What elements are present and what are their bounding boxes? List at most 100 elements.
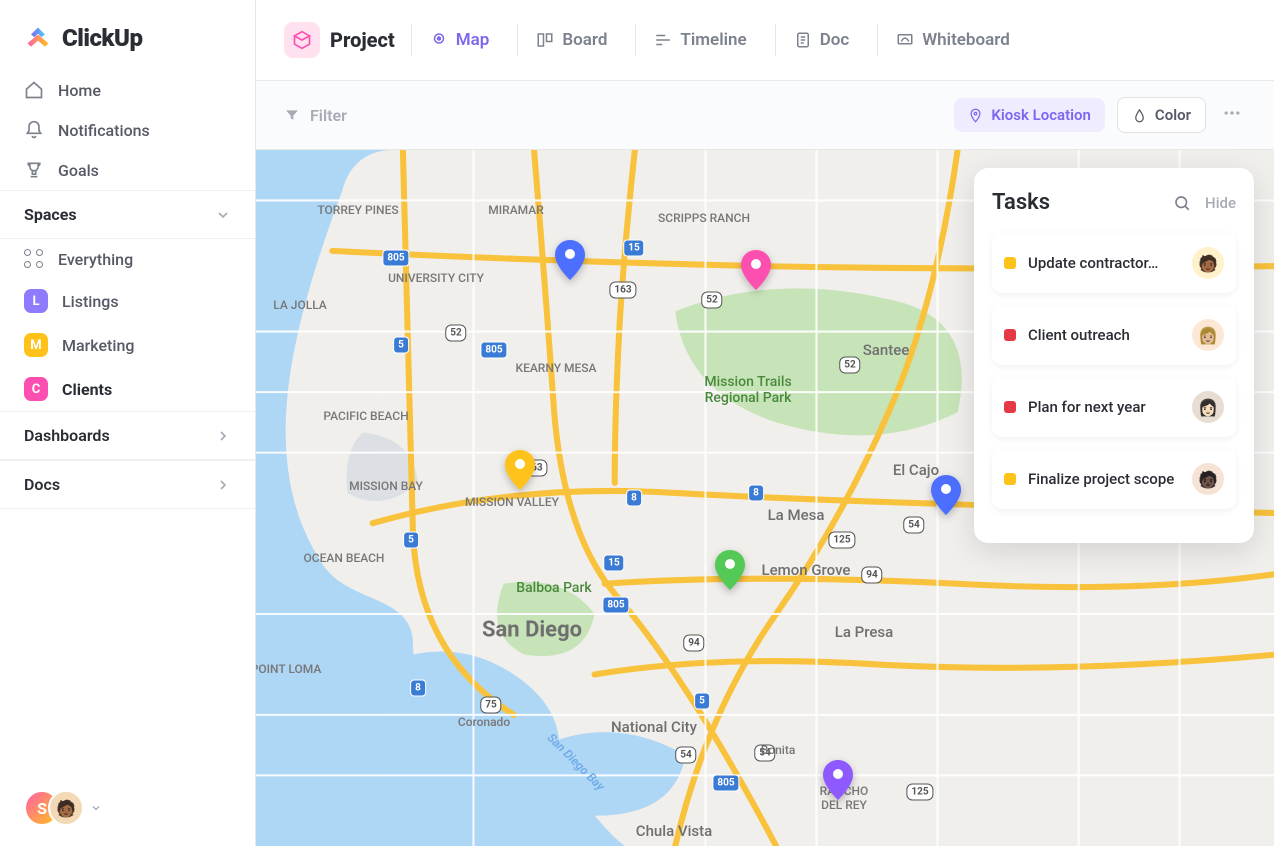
- route-shield: 8: [626, 490, 642, 507]
- map-label: LA JOLLA: [273, 298, 327, 312]
- map-label: La Presa: [835, 623, 894, 641]
- space-item-marketing[interactable]: MMarketing: [0, 323, 255, 367]
- project-title: Project: [330, 28, 395, 52]
- map-canvas[interactable]: 805 15 5 52 805 163 52 52 5 8 163 15 8 8…: [256, 150, 1274, 846]
- map-label: Lemon Grove: [762, 561, 851, 579]
- map-label: La Mesa: [768, 506, 825, 524]
- more-button[interactable]: [1218, 99, 1246, 131]
- tab-timeline[interactable]: Timeline: [635, 24, 758, 56]
- brand-name: ClickUp: [62, 24, 143, 52]
- space-label: Listings: [62, 292, 119, 311]
- nav-notifications[interactable]: Notifications: [0, 110, 255, 150]
- status-dot: [1004, 473, 1016, 485]
- nav-home-label: Home: [58, 81, 101, 100]
- kiosk-location-pill[interactable]: Kiosk Location: [954, 98, 1105, 132]
- tab-whiteboard[interactable]: Whiteboard: [877, 24, 1022, 56]
- task-card[interactable]: Finalize project scope🧑🏿: [992, 449, 1236, 509]
- avatar-stack: S 🧑🏾: [24, 790, 84, 826]
- project-chip[interactable]: Project: [284, 22, 395, 58]
- route-shield: 15: [603, 555, 624, 572]
- everything-label: Everything: [58, 250, 133, 269]
- everything-item[interactable]: Everything: [0, 239, 255, 279]
- tab-map-label: Map: [456, 30, 490, 50]
- tab-board-label: Board: [562, 30, 607, 50]
- task-avatar: 👩🏻: [1192, 391, 1224, 423]
- map-label: MISSION BAY: [349, 479, 423, 493]
- spaces-header[interactable]: Spaces: [0, 190, 255, 239]
- space-item-clients[interactable]: CClients: [0, 367, 255, 411]
- route-shield: 8: [410, 680, 426, 697]
- whiteboard-icon: [896, 31, 914, 49]
- map-pin-pink[interactable]: [741, 250, 771, 290]
- tab-whiteboard-label: Whiteboard: [922, 30, 1010, 50]
- route-shield: 125: [906, 784, 933, 801]
- task-card[interactable]: Update contractor…🧑🏾: [992, 233, 1236, 293]
- map-label: KEARNY MESA: [515, 361, 596, 375]
- map-label: Balboa Park: [516, 580, 591, 596]
- tab-board[interactable]: Board: [517, 24, 619, 56]
- tab-map[interactable]: Map: [411, 24, 502, 56]
- space-item-listings[interactable]: LListings: [0, 279, 255, 323]
- chevron-down-icon: [90, 802, 102, 814]
- filter-label: Filter: [310, 106, 347, 125]
- color-pill[interactable]: Color: [1117, 97, 1206, 133]
- pin-icon: [430, 31, 448, 49]
- route-shield: 94: [861, 567, 882, 584]
- map-pin-green[interactable]: [715, 550, 745, 590]
- nav-goals-label: Goals: [58, 161, 99, 180]
- docs-section[interactable]: Docs: [0, 460, 255, 509]
- filter-button[interactable]: Filter: [284, 106, 347, 125]
- chevron-right-icon: [215, 477, 231, 493]
- route-shield: 805: [602, 597, 629, 614]
- map-label: Mission Trails Regional Park: [704, 374, 791, 406]
- view-tabs: Project Map Board Timeline Doc Whiteboar…: [256, 0, 1274, 81]
- route-shield: 163: [609, 282, 636, 299]
- tab-timeline-label: Timeline: [680, 30, 746, 50]
- tab-doc-label: Doc: [820, 30, 850, 50]
- space-label: Marketing: [62, 336, 134, 355]
- task-card[interactable]: Plan for next year 👩🏻: [992, 377, 1236, 437]
- dots-icon: [1222, 103, 1242, 123]
- spaces-list: LListingsMMarketingCClients: [0, 279, 255, 411]
- chevron-right-icon: [215, 428, 231, 444]
- dashboards-section[interactable]: Dashboards: [0, 411, 255, 460]
- map-label: Coronado: [458, 715, 510, 729]
- route-shield: 5: [403, 532, 419, 549]
- sidebar-footer[interactable]: S 🧑🏾: [0, 770, 255, 846]
- map-label: Bonita: [761, 743, 796, 757]
- tasks-title: Tasks: [992, 190, 1159, 215]
- map-label: National City: [611, 718, 697, 736]
- route-shield: 52: [445, 325, 466, 342]
- sidebar: ClickUp Home Notifications Goals Spaces …: [0, 0, 256, 846]
- map-pin-edge[interactable]: [931, 475, 961, 515]
- map-pin-yellow[interactable]: [505, 450, 535, 490]
- search-icon[interactable]: [1173, 194, 1191, 212]
- nav-home[interactable]: Home: [0, 70, 255, 110]
- map-pin-blue[interactable]: [555, 240, 585, 280]
- task-card[interactable]: Client outreach👩🏼: [992, 305, 1236, 365]
- hide-button[interactable]: Hide: [1205, 194, 1236, 212]
- status-dot: [1004, 329, 1016, 341]
- route-shield: 52: [701, 292, 722, 309]
- bell-icon: [24, 120, 44, 140]
- task-avatar: 🧑🏿: [1192, 463, 1224, 495]
- project-icon: [284, 22, 320, 58]
- route-shield: 805: [480, 342, 507, 359]
- nav-notifications-label: Notifications: [58, 121, 150, 140]
- route-shield: 5: [694, 693, 710, 710]
- brand-logo[interactable]: ClickUp: [0, 0, 255, 70]
- dashboards-label: Dashboards: [24, 426, 110, 445]
- map-label: TORREY PINES: [317, 203, 398, 217]
- location-icon: [968, 108, 983, 123]
- status-dot: [1004, 257, 1016, 269]
- nav-goals[interactable]: Goals: [0, 150, 255, 190]
- toolbar: Filter Kiosk Location Color: [256, 81, 1274, 150]
- task-title: Plan for next year: [1028, 398, 1180, 416]
- map-pin-purple[interactable]: [823, 760, 853, 800]
- route-shield: 52: [839, 357, 860, 374]
- route-shield: 125: [828, 532, 855, 549]
- tab-doc[interactable]: Doc: [775, 24, 862, 56]
- map-label: MIRAMAR: [488, 203, 544, 217]
- map-label: Santee: [863, 341, 910, 359]
- color-label: Color: [1155, 106, 1191, 124]
